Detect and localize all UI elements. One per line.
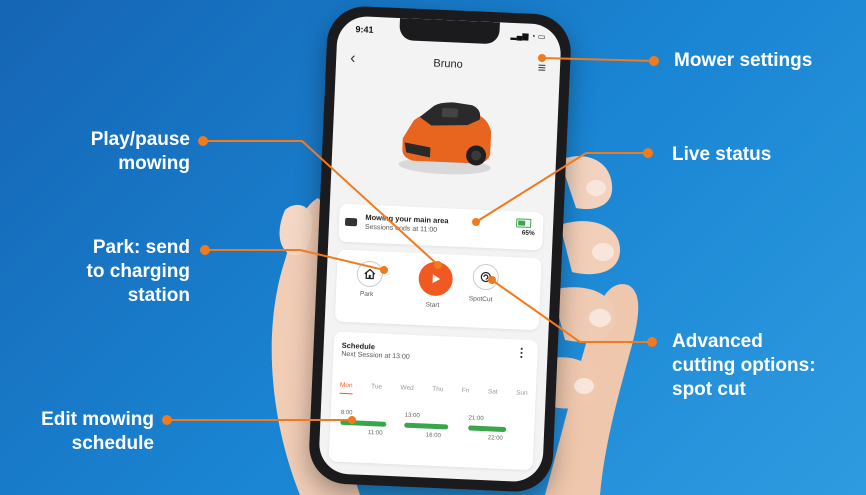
slot-1-bar[interactable] xyxy=(340,419,387,427)
day-tab-sun[interactable]: Sun xyxy=(516,389,528,401)
hamburger-menu-icon[interactable]: ≡ xyxy=(538,59,547,75)
day-tab-tue[interactable]: Tue xyxy=(371,383,382,395)
home-icon xyxy=(364,268,376,280)
status-sub-text: Sessions ends at 11:00 xyxy=(364,223,438,234)
slot-2-start: 13:00 xyxy=(404,412,420,420)
battery-percentage: 65% xyxy=(521,229,535,238)
slot-3-end: 22:00 xyxy=(487,435,503,442)
schedule-card[interactable]: Schedule Next Session at 13:00 ⋮ Mon Tue… xyxy=(328,331,539,471)
mower-controls-card: Park Start SpotCut xyxy=(334,249,542,331)
day-tab-wed[interactable]: Wed xyxy=(400,384,414,397)
park-label: Park xyxy=(359,290,374,299)
day-tab-mon[interactable]: Mon xyxy=(339,381,353,395)
next-session-text: Next Session at 13:00 xyxy=(341,350,410,361)
spotcut-label: SpotCut xyxy=(468,295,493,304)
slot-1-start: 8:00 xyxy=(340,409,353,417)
mower-small-icon xyxy=(344,217,358,227)
weekday-tabs: Mon Tue Wed Thu Fri Sat Sun xyxy=(339,381,528,402)
spotcut-button[interactable] xyxy=(472,263,500,291)
more-options-icon[interactable]: ⋮ xyxy=(515,345,528,360)
phone-notch xyxy=(399,18,500,45)
live-status-card[interactable]: Mowing your main area Sessions ends at 1… xyxy=(338,203,544,251)
day-tab-sat[interactable]: Sat xyxy=(488,388,498,400)
day-tab-fri[interactable]: Fri xyxy=(461,387,470,399)
signal-wifi-battery-icon: ▂▄▆ ◔ ▭ xyxy=(510,30,546,42)
slot-2-bar[interactable] xyxy=(404,422,449,430)
slot-1-end: 11:00 xyxy=(367,430,383,437)
mower-name-title: Bruno xyxy=(433,57,463,71)
schedule-title: Schedule xyxy=(341,340,376,352)
top-nav-bar: ‹ Bruno ≡ xyxy=(336,49,561,81)
mower-image xyxy=(398,102,492,175)
slot-3-start: 21:00 xyxy=(468,415,484,423)
start-label: Start xyxy=(425,301,440,310)
phone-device: 9:41 ▂▄▆ ◔ ▭ ‹ Bruno ≡ Mowing your main … xyxy=(307,4,573,494)
play-icon xyxy=(432,274,441,284)
battery-icon xyxy=(516,218,532,228)
status-bar-time: 9:41 xyxy=(355,24,374,35)
start-button[interactable] xyxy=(417,261,454,297)
spot-cut-icon xyxy=(480,271,491,283)
park-button[interactable] xyxy=(356,260,384,288)
slot-3-bar[interactable] xyxy=(468,425,507,433)
day-tab-thu[interactable]: Thu xyxy=(432,386,443,398)
app-screen: 9:41 ▂▄▆ ◔ ▭ ‹ Bruno ≡ Mowing your main … xyxy=(318,15,562,483)
slot-2-end: 16:00 xyxy=(425,432,441,440)
